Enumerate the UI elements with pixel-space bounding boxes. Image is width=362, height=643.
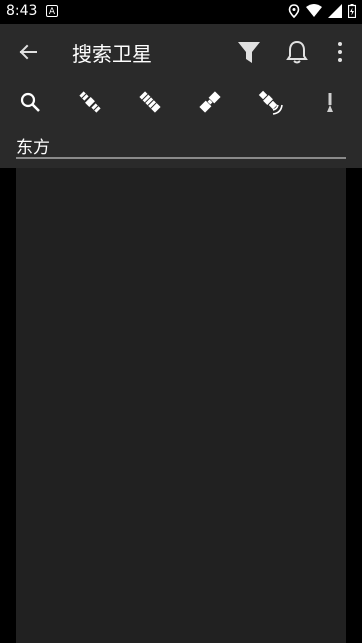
location-icon xyxy=(288,4,300,18)
wifi-icon xyxy=(306,4,322,17)
cell-signal-icon xyxy=(328,4,342,18)
shuttle-icon[interactable] xyxy=(194,86,226,118)
status-bar: 8:43 A xyxy=(0,0,362,24)
results-list xyxy=(16,168,346,643)
page-title: 搜索卫星 xyxy=(72,42,152,66)
filter-icon[interactable] xyxy=(233,36,265,68)
battery-icon xyxy=(348,4,356,18)
rocket-icon[interactable] xyxy=(314,86,346,118)
notification-a-icon: A xyxy=(46,5,58,17)
more-options-icon[interactable] xyxy=(324,36,356,68)
status-icons xyxy=(288,4,356,18)
search-row xyxy=(0,124,362,168)
back-arrow-icon[interactable] xyxy=(12,36,44,68)
search-underline xyxy=(16,157,346,159)
category-icon-bar xyxy=(0,80,362,124)
search-icon[interactable] xyxy=(14,86,46,118)
search-input[interactable] xyxy=(16,132,346,158)
bell-icon[interactable] xyxy=(281,36,313,68)
station-icon[interactable] xyxy=(134,86,166,118)
app-bar: 搜索卫星 xyxy=(0,24,362,80)
satellite-icon[interactable] xyxy=(74,86,106,118)
satellite-signal-icon[interactable] xyxy=(254,86,286,118)
status-time: 8:43 xyxy=(6,3,38,19)
